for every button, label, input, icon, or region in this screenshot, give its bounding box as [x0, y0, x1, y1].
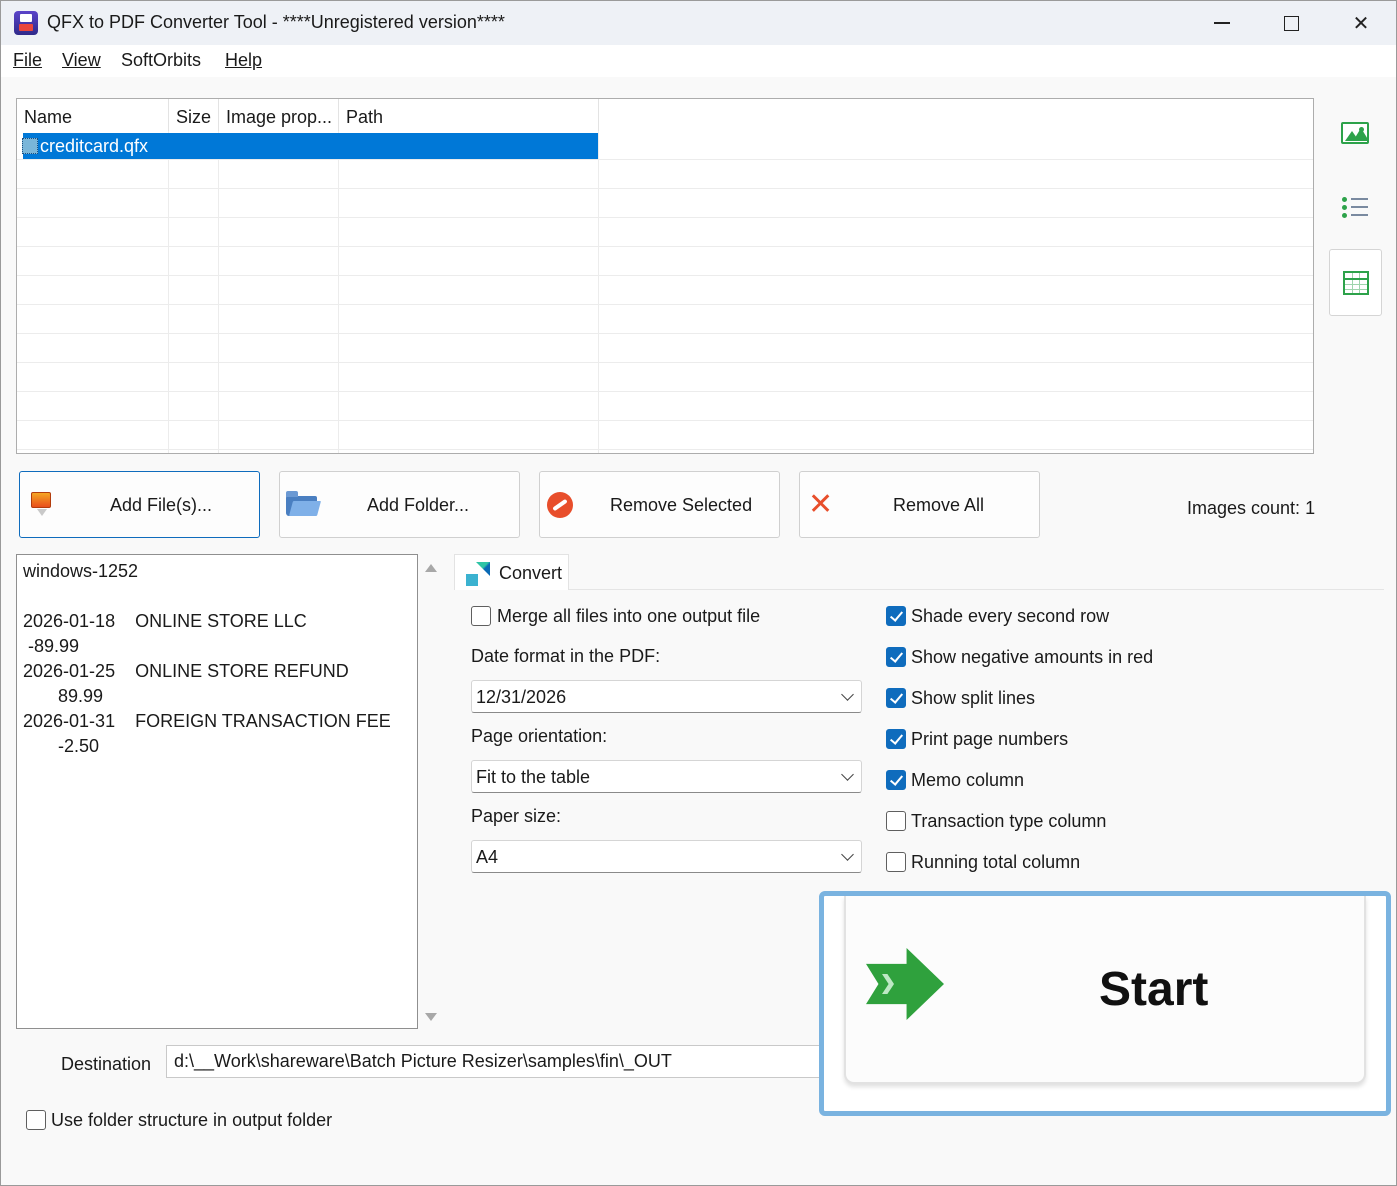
remove-selected-button[interactable]: Remove Selected [539, 471, 780, 538]
folder-structure-checkbox[interactable] [26, 1110, 46, 1130]
maximize-icon [1283, 15, 1299, 31]
running-total-label: Running total column [911, 852, 1081, 872]
scroll-up-arrow-icon[interactable] [425, 564, 437, 572]
minimize-button[interactable] [1187, 1, 1257, 45]
table-row [17, 189, 1313, 218]
paper-size-label: Paper size: [471, 806, 562, 826]
page-orientation-label: Page orientation: [471, 726, 608, 746]
menu-file[interactable]: File [13, 50, 42, 71]
table-row [17, 363, 1313, 392]
preview-line: 89.99 [23, 686, 104, 706]
menu-bar: File View SoftOrbits Help [1, 45, 1396, 77]
tab-convert[interactable]: Convert [454, 554, 569, 590]
qfx-preview-textbox[interactable]: windows-1252 2026-01-18 ONLINE STORE LLC… [16, 554, 418, 1029]
chevron-down-icon [841, 848, 854, 861]
page-orientation-select[interactable]: Fit to the table [471, 760, 862, 793]
negative-red-checkbox[interactable] [886, 647, 906, 667]
scroll-down-arrow-icon[interactable] [425, 1013, 437, 1021]
remove-icon [547, 492, 573, 518]
preview-line: 2026-01-18 ONLINE STORE LLC [23, 611, 307, 631]
table-row [17, 334, 1313, 363]
start-highlight-frame: Start [819, 891, 1391, 1116]
running-total-checkbox[interactable] [886, 852, 906, 872]
preview-line: -89.99 [23, 636, 80, 656]
date-format-label: Date format in the PDF: [471, 646, 661, 666]
date-format-select[interactable]: 12/31/2026 [471, 680, 862, 713]
transaction-type-checkbox[interactable] [886, 811, 906, 831]
x-icon: ✕ [808, 487, 834, 522]
file-list-header: Name Size Image prop... Path [17, 99, 1313, 131]
maximize-button[interactable] [1256, 1, 1326, 45]
close-button[interactable]: ✕ [1326, 1, 1396, 45]
start-label: Start [1099, 963, 1209, 1016]
folder-icon [286, 491, 317, 516]
split-lines-label: Show split lines [911, 688, 1036, 708]
image-view-icon[interactable] [1341, 122, 1369, 144]
page-numbers-checkbox[interactable] [886, 729, 906, 749]
merge-files-label: Merge all files into one output file [497, 606, 761, 626]
add-file-icon [31, 492, 51, 516]
file-name-cell[interactable]: creditcard.qfx [40, 136, 148, 157]
add-files-button[interactable]: Add File(s)... [19, 471, 260, 538]
remove-all-button[interactable]: ✕ Remove All [799, 471, 1040, 538]
minimize-icon [1214, 22, 1230, 24]
column-header-path[interactable]: Path [339, 99, 599, 131]
chevron-down-icon [841, 768, 854, 781]
memo-column-checkbox[interactable] [886, 770, 906, 790]
start-button[interactable]: Start [844, 896, 1366, 1084]
table-row [17, 218, 1313, 247]
menu-softorbits[interactable]: SoftOrbits [121, 50, 201, 71]
column-header-image-prop[interactable]: Image prop... [219, 99, 339, 131]
qfx-file-icon [22, 138, 38, 154]
preview-line: -2.50 [23, 736, 100, 756]
menu-help[interactable]: Help [225, 50, 262, 71]
preview-line: 2026-01-25 ONLINE STORE REFUND [23, 661, 349, 681]
table-row [17, 276, 1313, 305]
memo-column-label: Memo column [911, 770, 1025, 790]
convert-icon [466, 562, 490, 586]
table-row [17, 392, 1313, 421]
column-header-size[interactable]: Size [169, 99, 219, 131]
table-row [17, 305, 1313, 334]
folder-structure-label: Use folder structure in output folder [51, 1110, 333, 1130]
start-arrow-icon [866, 948, 944, 1020]
shade-rows-checkbox[interactable] [886, 606, 906, 626]
transaction-type-label: Transaction type column [911, 811, 1107, 831]
shade-rows-label: Shade every second row [911, 606, 1110, 626]
page-numbers-label: Print page numbers [911, 729, 1069, 749]
paper-size-select[interactable]: A4 [471, 840, 862, 873]
split-lines-checkbox[interactable] [886, 688, 906, 708]
preview-line: windows-1252 [23, 561, 139, 581]
add-folder-button[interactable]: Add Folder... [279, 471, 520, 538]
window-title: QFX to PDF Converter Tool - ****Unregist… [47, 12, 505, 32]
table-view-icon [1343, 271, 1369, 295]
images-count: Images count: 1 [1187, 498, 1316, 518]
merge-files-checkbox[interactable] [471, 606, 491, 626]
close-icon: ✕ [1352, 11, 1370, 35]
app-window: QFX to PDF Converter Tool - ****Unregist… [0, 0, 1397, 1186]
tab-strip-divider [454, 589, 1384, 590]
list-view-icon[interactable] [1342, 196, 1368, 218]
chevron-down-icon [841, 688, 854, 701]
preview-line: 2026-01-31 FOREIGN TRANSACTION FEE [23, 711, 391, 731]
app-logo-icon [14, 11, 38, 35]
table-row [17, 421, 1313, 450]
table-view-button[interactable] [1329, 249, 1382, 316]
table-row [17, 160, 1313, 189]
title-bar: QFX to PDF Converter Tool - ****Unregist… [1, 1, 1396, 45]
column-header-name[interactable]: Name [17, 99, 169, 131]
table-row [17, 247, 1313, 276]
destination-field[interactable]: d:\__Work\shareware\Batch Picture Resize… [166, 1045, 836, 1078]
destination-label: Destination [61, 1054, 152, 1074]
menu-view[interactable]: View [62, 50, 101, 71]
negative-red-label: Show negative amounts in red [911, 647, 1154, 667]
